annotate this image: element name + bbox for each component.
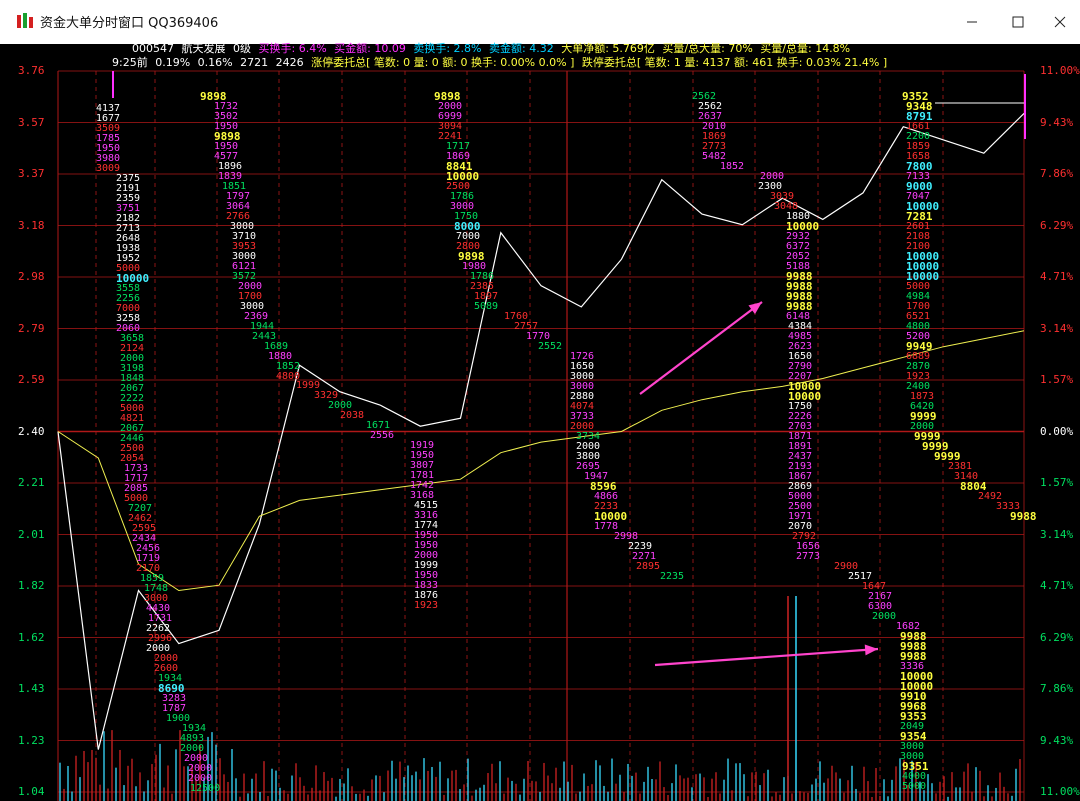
arrow-head-icon <box>864 644 878 656</box>
close-icon <box>1054 16 1066 28</box>
minimize-button[interactable] <box>958 8 986 36</box>
left-axis-tick: 1.62 <box>18 630 45 644</box>
close-button[interactable] <box>1046 8 1074 36</box>
right-axis-tick: 7.86% <box>1040 682 1074 695</box>
right-axis-tick: 11.00% <box>1040 64 1080 77</box>
order-volume-label: 2235 <box>660 571 685 582</box>
left-axis-tick: 1.43 <box>18 682 45 695</box>
right-axis-tick: 4.71% <box>1040 579 1074 592</box>
order-volume-label: 2895 <box>636 561 661 572</box>
right-axis-tick: 11.00% <box>1040 785 1080 798</box>
right-axis-tick: 4.71% <box>1040 270 1074 283</box>
left-axis-tick: 2.79 <box>18 321 45 335</box>
left-axis-tick: 1.82 <box>18 579 45 592</box>
annotation-arrow <box>654 647 879 667</box>
order-volume-label: 9988 <box>1010 510 1037 523</box>
left-axis-tick: 3.37 <box>18 167 45 180</box>
order-volume-label: 2552 <box>538 341 563 352</box>
left-axis-tick: 2.59 <box>18 373 45 386</box>
left-axis-tick: 2.40 <box>18 424 45 438</box>
left-axis-tick: 3.57 <box>18 115 45 129</box>
app-icon <box>17 13 33 28</box>
minimize-icon <box>967 21 977 23</box>
chart-area[interactable]: 000547 航天发展 0级 买换手: 6.4% 买金额: 10.09 卖换手:… <box>0 42 1080 801</box>
right-axis-tick: 6.29% <box>1040 630 1074 644</box>
order-volume-label: 5089 <box>474 301 499 312</box>
window-title: 资金大单分时窗口 QQ369406 <box>40 16 219 31</box>
right-axis-tick: 3.14% <box>1040 527 1074 541</box>
right-axis-tick: 9.43% <box>1040 115 1074 129</box>
right-axis-tick: 3.14% <box>1040 321 1074 335</box>
order-volume-label: 1923 <box>414 600 439 611</box>
left-axis-tick: 1.04 <box>18 785 45 798</box>
order-volume-label: 12500 <box>190 783 221 794</box>
left-axis-tick: 1.23 <box>18 733 45 747</box>
right-axis-tick: 0.00% <box>1040 424 1074 438</box>
left-axis-tick: 2.21 <box>18 476 45 489</box>
left-axis-tick: 2.98 <box>18 270 45 283</box>
left-axis-tick: 3.76 <box>18 64 45 77</box>
order-volume-label: 5000 <box>902 781 927 792</box>
arrow-head-icon <box>748 302 762 315</box>
window-titlebar: 资金大单分时窗口 QQ369406 <box>0 0 1080 44</box>
right-axis-tick: 6.29% <box>1040 218 1074 232</box>
right-axis-tick: 1.57% <box>1040 373 1074 386</box>
order-volume-label: 2773 <box>796 551 821 562</box>
maximize-button[interactable] <box>1004 8 1032 36</box>
left-axis-tick: 3.18 <box>18 218 45 232</box>
left-axis-tick: 2.01 <box>18 527 45 541</box>
right-axis-tick: 1.57% <box>1040 476 1074 489</box>
order-volume-label: 2000 <box>872 611 897 622</box>
right-axis-tick: 7.86% <box>1040 167 1074 180</box>
order-volume-label: 1852 <box>720 161 745 172</box>
right-axis-tick: 9.43% <box>1040 733 1074 747</box>
order-volume-label: 2038 <box>340 410 365 421</box>
maximize-icon <box>1012 16 1024 28</box>
average-line <box>57 330 1025 592</box>
order-volume-label: 2556 <box>370 430 395 441</box>
